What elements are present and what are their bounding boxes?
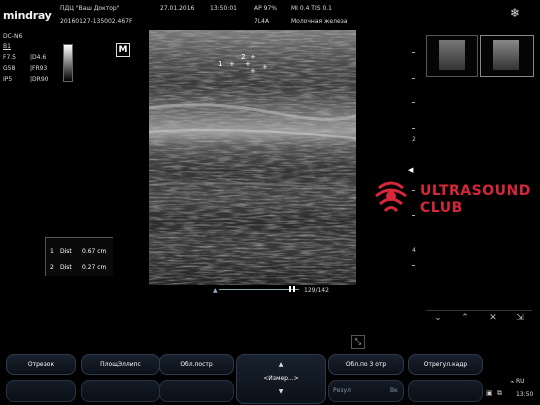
softkey-measure-center[interactable]: ▲ <Измер...> ▼ (236, 354, 326, 404)
measure-menu-label: <Измер...> (263, 375, 299, 382)
patient-id: 20160127-135002.467F (60, 18, 133, 25)
ultrasound-image[interactable]: 1 + + 2 + + + (149, 30, 356, 285)
caliper-2-label: 2 (241, 53, 246, 61)
frame-counter: 129/142 (304, 287, 329, 294)
probe-name: 7L4A (254, 18, 270, 25)
close-icon[interactable]: ✕ (485, 313, 501, 323)
preset-label: DC-N6 (3, 33, 23, 40)
depth-tick (412, 52, 415, 53)
usb-icon[interactable]: ⌁ (510, 378, 514, 386)
thumbnail-2-image (493, 40, 519, 70)
facility-name: ПДЦ "Ваш Доктор" (60, 5, 120, 12)
grayscale-bar (63, 44, 73, 82)
caliper-1-label: 1 (218, 60, 223, 68)
param-row-2-right: |DR90 (30, 76, 49, 83)
mode-label: B1 (3, 43, 11, 50)
softkey-results[interactable]: Резул Вк (328, 380, 404, 402)
caliper-2-end[interactable]: + (250, 67, 256, 75)
param-row-0-left: F7.5 (3, 54, 16, 61)
caliper-marker[interactable]: + (262, 63, 268, 71)
param-row-2-left: IP5 (3, 76, 13, 83)
chevron-double-up-icon[interactable]: ⌃ (457, 313, 473, 323)
meas-2-label: Dist (60, 264, 72, 271)
meas-1-label: Dist (60, 248, 72, 255)
cine-end-marker (293, 286, 295, 292)
softkey-empty-1[interactable] (6, 380, 76, 402)
arrow-up-icon[interactable]: ▲ (237, 361, 325, 368)
cine-track (219, 289, 299, 290)
measurement-results: 1 Dist 0.67 cm 2 Dist 0.27 cm (45, 237, 113, 276)
depth-tick (412, 128, 415, 129)
param-row-0-right: |D4.6 (30, 54, 47, 61)
ultrasound-club-logo-icon (371, 176, 411, 216)
softkey-trace-area[interactable]: Обл.постр (159, 354, 234, 375)
watermark-line1: ULTRASOUND (420, 183, 531, 199)
depth-scale: 2 4 ◀ (408, 30, 416, 285)
cine-handle[interactable] (289, 286, 291, 292)
snowflake-icon[interactable]: ❄ (510, 6, 520, 20)
depth-label-4: 4 (412, 247, 416, 254)
depth-tick (412, 78, 415, 79)
thumbnail-1[interactable] (426, 35, 478, 77)
depth-label-2: 2 (412, 136, 416, 143)
meas-1-value: 0.67 cm (82, 248, 107, 255)
watermark-line2: CLUB (420, 200, 463, 216)
depth-tick (412, 215, 415, 216)
softkey-segment[interactable]: Отрезок (6, 354, 76, 375)
results-label: Резул (333, 387, 351, 394)
mi-tis: MI 0.4 TIS 0.1 (291, 5, 332, 12)
exam-time: 13:50:01 (210, 5, 237, 12)
clock: 13:50 (516, 391, 534, 398)
print-icon[interactable]: ▣ (486, 389, 493, 397)
depth-tick (412, 265, 415, 266)
thumbnail-2[interactable] (480, 35, 534, 77)
meas-2-value: 0.27 cm (82, 264, 107, 271)
cine-start-marker[interactable]: ▲ (213, 287, 218, 294)
cursor-icon[interactable]: ⤡ (351, 335, 365, 349)
results-toggle-label: Вк (390, 387, 398, 394)
thumbnail-1-image (439, 40, 465, 70)
export-icon[interactable]: ⇲ (512, 313, 528, 323)
softkey-adjust-frame[interactable]: Отрегул.кадр (408, 354, 483, 375)
param-row-1-right: |FR93 (30, 65, 48, 72)
depth-tick (412, 102, 415, 103)
brand-logo: mindray (3, 9, 52, 22)
thumbnail-controls: ⌄ ⌃ ✕ ⇲ (426, 310, 532, 327)
caliper-2-start[interactable]: + (250, 53, 256, 61)
meas-1-index: 1 (50, 248, 54, 255)
softkey-empty-2[interactable] (81, 380, 160, 402)
arrow-down-icon[interactable]: ▼ (237, 388, 325, 395)
softkey-three-segment-area[interactable]: Обл.по 3 отр (328, 354, 404, 375)
cine-slider[interactable]: ▲ (213, 286, 303, 294)
acoustic-power: AP 97% (254, 5, 277, 12)
focus-marker-icon[interactable]: ◀ (408, 166, 413, 174)
softkey-empty-3[interactable] (159, 380, 234, 402)
network-icon[interactable]: ⧉ (497, 389, 502, 398)
chevron-double-down-icon[interactable]: ⌄ (430, 313, 446, 323)
softkey-empty-4[interactable] (408, 380, 483, 402)
exam-type: Молочная железа (291, 18, 348, 25)
mode-badge: M (116, 43, 130, 57)
depth-tick (412, 190, 415, 191)
softkey-ellipse-area[interactable]: ПлощЭллипс (81, 354, 160, 375)
param-row-1-left: G58 (3, 65, 16, 72)
language-indicator[interactable]: RU (516, 378, 525, 385)
meas-2-index: 2 (50, 264, 54, 271)
exam-date: 27.01.2016 (160, 5, 195, 12)
caliper-1-start[interactable]: + (229, 60, 235, 68)
